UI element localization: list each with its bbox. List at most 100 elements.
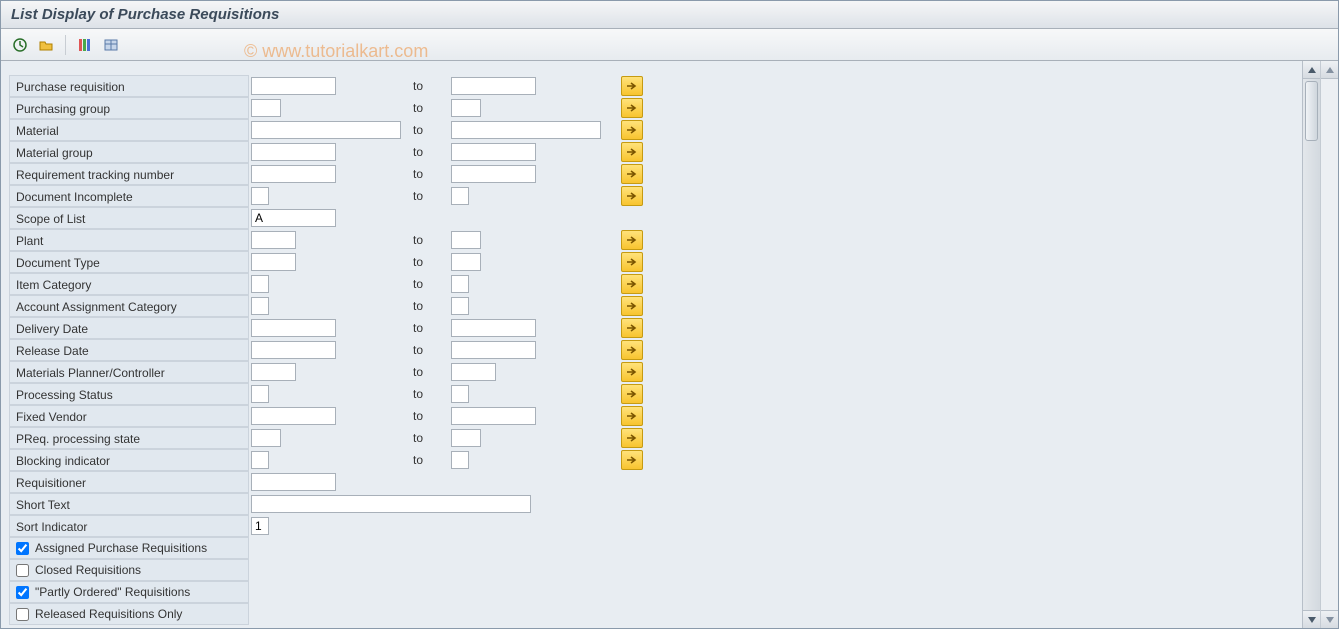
doctype-to-input[interactable] xyxy=(451,253,481,271)
pr-multiple-selection-button[interactable] xyxy=(621,76,643,96)
checkbox-closed-req[interactable]: Closed Requisitions xyxy=(9,559,249,581)
label: Materials Planner/Controller xyxy=(9,361,249,383)
inner-vertical-scrollbar[interactable] xyxy=(1302,61,1320,628)
arrow-right-icon xyxy=(626,257,638,267)
to-label: to xyxy=(411,123,423,137)
mat-multiple-selection-button[interactable] xyxy=(621,120,643,140)
dynamic-selections-button[interactable] xyxy=(100,34,122,56)
itemcat-multiple-selection-button[interactable] xyxy=(621,274,643,294)
to-label: to xyxy=(411,365,423,379)
checkbox-assigned-pr[interactable]: Assigned Purchase Requisitions xyxy=(9,537,249,559)
released-only-checkbox[interactable] xyxy=(16,608,29,621)
sort-indicator-input[interactable] xyxy=(251,517,269,535)
matgrp-from-input[interactable] xyxy=(251,143,336,161)
arrow-right-icon xyxy=(626,455,638,465)
mrpc-to-input[interactable] xyxy=(451,363,496,381)
arrow-right-icon xyxy=(626,345,638,355)
blkind-to-input[interactable] xyxy=(451,451,469,469)
pstat-to-input[interactable] xyxy=(451,385,469,403)
outer-vertical-scrollbar[interactable] xyxy=(1320,61,1338,628)
rainbow-bars-icon xyxy=(77,37,93,53)
preqps-to-input[interactable] xyxy=(451,429,481,447)
preqps-multiple-selection-button[interactable] xyxy=(621,428,643,448)
row-purchase-requisition: Purchase requisition to xyxy=(9,75,1294,97)
docinc-multiple-selection-button[interactable] xyxy=(621,186,643,206)
partly-ordered-checkbox[interactable] xyxy=(16,586,29,599)
checkbox-partly-ordered[interactable]: "Partly Ordered" Requisitions xyxy=(9,581,249,603)
get-variant-button[interactable] xyxy=(35,34,57,56)
itemcat-to-input[interactable] xyxy=(451,275,469,293)
acctassg-from-input[interactable] xyxy=(251,297,269,315)
outer-scroll-down-button[interactable] xyxy=(1321,610,1338,628)
to-label: to xyxy=(411,343,423,357)
pstat-from-input[interactable] xyxy=(251,385,269,403)
short-text-input[interactable] xyxy=(251,495,531,513)
titlebar: List Display of Purchase Requisitions xyxy=(1,1,1338,29)
reqnr-input[interactable] xyxy=(251,473,336,491)
row-delivery-date: Delivery Date to xyxy=(9,317,1294,339)
to-label: to xyxy=(411,453,423,467)
label: Blocking indicator xyxy=(9,449,249,471)
docinc-to-input[interactable] xyxy=(451,187,469,205)
plant-from-input[interactable] xyxy=(251,231,296,249)
row-fixed-vendor: Fixed Vendor to xyxy=(9,405,1294,427)
assigned-pr-checkbox[interactable] xyxy=(16,542,29,555)
pstat-multiple-selection-button[interactable] xyxy=(621,384,643,404)
checkbox-released-only[interactable]: Released Requisitions Only xyxy=(9,603,249,625)
matgrp-multiple-selection-button[interactable] xyxy=(621,142,643,162)
acctassg-multiple-selection-button[interactable] xyxy=(621,296,643,316)
to-label: to xyxy=(411,189,423,203)
plant-to-input[interactable] xyxy=(451,231,481,249)
pgrp-to-input[interactable] xyxy=(451,99,481,117)
pr-to-input[interactable] xyxy=(451,77,536,95)
pr-from-input[interactable] xyxy=(251,77,336,95)
preqps-from-input[interactable] xyxy=(251,429,281,447)
reqtrk-multiple-selection-button[interactable] xyxy=(621,164,643,184)
doctype-from-input[interactable] xyxy=(251,253,296,271)
fixven-multiple-selection-button[interactable] xyxy=(621,406,643,426)
scroll-thumb[interactable] xyxy=(1305,81,1318,141)
row-requisitioner: Requisitioner xyxy=(9,471,1294,493)
mrpc-from-input[interactable] xyxy=(251,363,296,381)
deliv-from-input[interactable] xyxy=(251,319,336,337)
arrow-right-icon xyxy=(626,433,638,443)
scope-input[interactable] xyxy=(251,209,336,227)
reqtrk-from-input[interactable] xyxy=(251,165,336,183)
docinc-from-input[interactable] xyxy=(251,187,269,205)
deliv-multiple-selection-button[interactable] xyxy=(621,318,643,338)
scroll-down-button[interactable] xyxy=(1303,610,1320,628)
fixven-to-input[interactable] xyxy=(451,407,536,425)
itemcat-from-input[interactable] xyxy=(251,275,269,293)
pgrp-multiple-selection-button[interactable] xyxy=(621,98,643,118)
mat-from-input[interactable] xyxy=(251,121,401,139)
arrow-right-icon xyxy=(626,81,638,91)
reldate-to-input[interactable] xyxy=(451,341,536,359)
fixven-from-input[interactable] xyxy=(251,407,336,425)
to-label: to xyxy=(411,299,423,313)
pgrp-from-input[interactable] xyxy=(251,99,281,117)
scroll-track[interactable] xyxy=(1303,79,1320,610)
reldate-multiple-selection-button[interactable] xyxy=(621,340,643,360)
outer-scroll-track[interactable] xyxy=(1321,79,1338,610)
deliv-to-input[interactable] xyxy=(451,319,536,337)
mrpc-multiple-selection-button[interactable] xyxy=(621,362,643,382)
blkind-from-input[interactable] xyxy=(251,451,269,469)
mat-to-input[interactable] xyxy=(451,121,601,139)
select-all-button[interactable] xyxy=(74,34,96,56)
checkbox-label: Closed Requisitions xyxy=(35,563,141,577)
plant-multiple-selection-button[interactable] xyxy=(621,230,643,250)
outer-scroll-up-button[interactable] xyxy=(1321,61,1338,79)
execute-button[interactable] xyxy=(9,34,31,56)
doctype-multiple-selection-button[interactable] xyxy=(621,252,643,272)
closed-req-checkbox[interactable] xyxy=(16,564,29,577)
matgrp-to-input[interactable] xyxy=(451,143,536,161)
scroll-up-button[interactable] xyxy=(1303,61,1320,79)
arrow-right-icon xyxy=(626,191,638,201)
acctassg-to-input[interactable] xyxy=(451,297,469,315)
reldate-from-input[interactable] xyxy=(251,341,336,359)
app-toolbar xyxy=(1,29,1338,61)
arrow-right-icon xyxy=(626,235,638,245)
to-label: to xyxy=(411,277,423,291)
reqtrk-to-input[interactable] xyxy=(451,165,536,183)
blkind-multiple-selection-button[interactable] xyxy=(621,450,643,470)
